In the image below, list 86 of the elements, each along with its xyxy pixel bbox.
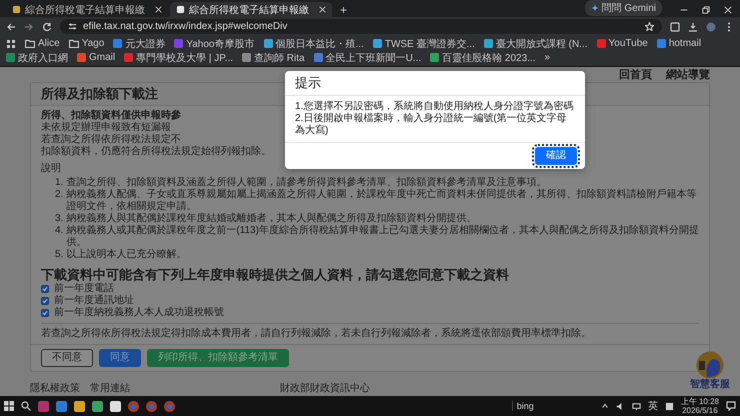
note-text: 以上說明本人已充分瞭解。 xyxy=(66,249,186,261)
network-icon[interactable] xyxy=(632,402,641,410)
app-icon[interactable] xyxy=(74,400,85,412)
footer-link[interactable]: 常用連結 xyxy=(90,383,130,395)
profile-icon[interactable] xyxy=(706,22,716,32)
browser-icon[interactable] xyxy=(164,400,175,412)
sparkle-icon xyxy=(590,4,599,12)
list-number: 2. xyxy=(55,189,64,202)
new-tab-button[interactable]: + xyxy=(334,3,354,17)
list-number: 3. xyxy=(55,213,64,225)
browser-tab[interactable]: 綜合所得稅電子結算申報繳 xyxy=(6,2,168,17)
app-icon[interactable] xyxy=(110,400,121,412)
action-button[interactable]: 不同意 xyxy=(41,349,93,367)
dialog-text: 2.日後開啟申報檔案時，輸入身分證統一編號(第一位英文字母為大寫) xyxy=(295,113,568,137)
download-icon[interactable] xyxy=(688,22,698,32)
more-bookmarks-button[interactable]: » xyxy=(544,51,550,64)
clock[interactable]: 上午 10:28 2026/5/16 xyxy=(680,397,719,415)
footer-link[interactable]: 隱私權政策 xyxy=(30,383,80,395)
page-icon xyxy=(176,5,185,14)
bookmark[interactable]: Yahoo奇摩股市 xyxy=(174,37,254,50)
list-number: 4. xyxy=(55,225,64,238)
site-info-icon[interactable] xyxy=(68,22,77,31)
bookmark[interactable]: 百靈佳殷格翰 2023... xyxy=(430,51,536,64)
caret-up-icon[interactable] xyxy=(600,402,609,410)
close-icon[interactable] xyxy=(319,6,326,13)
gemini-button[interactable]: 問問 Gemini xyxy=(584,0,662,16)
address-bar[interactable]: efile.tax.nat.gov.tw/irxw/index.jsp#welcomeDiv xyxy=(60,19,662,34)
bookmark[interactable]: hotmail xyxy=(656,37,702,50)
note-text: 查詢之所得、扣除額資料及涵蓋之所得人範圍，請參考所得資料參考清單、扣除額資料參考清單及注意事項。 xyxy=(66,177,546,188)
bookmark[interactable]: 政府入口網 xyxy=(6,51,68,64)
notes-heading: 說明 xyxy=(41,163,62,175)
dialog-text: 1.您選擇不另設密碼，系統將自動使用納稅人身分證字號為密碼 xyxy=(295,101,574,112)
reload-icon[interactable] xyxy=(42,22,52,32)
intro-text: 若查詢之所得依所得稅法規定不 xyxy=(41,134,181,146)
forward-icon[interactable] xyxy=(24,22,34,32)
checkbox-label: 前一年度電話 xyxy=(54,283,114,294)
intro-text: 所得、扣除額資料僅供申報時參 xyxy=(41,110,181,122)
bookmark[interactable]: 專門學校及大學 | JP... xyxy=(124,51,233,64)
windows-start-icon[interactable] xyxy=(4,401,14,411)
search-box[interactable]: bing xyxy=(512,401,534,411)
note-text: 納稅義務人與其配偶於課稅年度結婚或離婚者，其本人與配偶之所得及扣除額資料分開提供。 xyxy=(66,213,476,224)
bookmark[interactable]: YouTube xyxy=(596,37,648,50)
close-icon[interactable] xyxy=(724,6,732,14)
apps-grid-icon[interactable] xyxy=(6,38,16,48)
bookmark[interactable]: Alice xyxy=(25,37,60,50)
checkbox[interactable] xyxy=(41,309,49,317)
back-icon[interactable] xyxy=(6,22,16,32)
checkbox-label: 前一年度通訊地址 xyxy=(54,295,134,306)
folder-icon xyxy=(68,39,79,48)
footer-text: 財政部財政資訊中心 xyxy=(280,383,370,395)
remark-text: 若查詢之所得依所得稅法規定得扣除成本費用者，請自行列報減除，若未自行列報減除者，系統將逕依部頒費用率標準扣除。 xyxy=(41,328,592,340)
list-number: 5. xyxy=(55,249,64,261)
intro-text: 未依規定辦理申報致有短漏報 xyxy=(41,122,171,134)
nav-link[interactable]: 網站導覽 xyxy=(666,68,710,80)
folder-icon xyxy=(25,39,35,48)
page-icon xyxy=(12,5,21,14)
note-text: 納稅義務人配偶、子女或直系尊親屬如屬上揭涵蓋之所得人範圍，於課稅年度中死亡而資料未併同提供者，其所得、扣除額資料請檢附戶籍本等證明文件，依相關規定申請。 xyxy=(66,189,698,212)
consent-heading: 下載資料中可能含有下列上年度申報時提供之個人資料，請勾選您同意下載之資料 xyxy=(41,267,510,282)
bookmark[interactable]: Gmail xyxy=(77,51,116,64)
dialog-title: 提示 xyxy=(285,71,585,96)
bookmark[interactable]: 臺大開放式課程 (N... xyxy=(484,37,588,50)
close-icon[interactable] xyxy=(155,6,162,13)
card-title: 所得及扣除額下載注 xyxy=(41,86,159,102)
intro-text: 扣除額資料，仍應符合所得稅法規定始得列報扣除。 xyxy=(41,146,271,158)
checkbox[interactable] xyxy=(41,285,49,293)
bookmark[interactable]: 元大證券 xyxy=(113,37,166,50)
bookmark[interactable]: TWSE 臺灣證券交... xyxy=(372,37,475,50)
ime-indicator[interactable]: 英 xyxy=(648,399,658,413)
search-icon[interactable] xyxy=(21,401,31,411)
browser-icon[interactable] xyxy=(128,400,139,412)
checkbox[interactable] xyxy=(41,297,49,305)
notification-icon[interactable] xyxy=(726,401,736,411)
note-text: 納稅義務人或其配偶於課稅年度之前一(113)年度綜合所得稅結算申報書上已勾選夫妻分居相關欄位者，其本人與配偶之所得及扣除額資料分開提供。 xyxy=(66,225,699,248)
checkbox-label: 前一年度納稅義務人本人成功退稅帳號 xyxy=(54,307,224,319)
confirm-button[interactable]: 確認 xyxy=(535,147,577,165)
nav-link[interactable]: 回首頁 xyxy=(619,68,652,80)
restore-icon[interactable] xyxy=(702,6,710,14)
bookmark[interactable]: 個股日本益比・殖... xyxy=(264,37,364,50)
bookmark[interactable]: 查詢師 Rita xyxy=(242,51,305,64)
bookmark[interactable]: 全民上下班新聞一U... xyxy=(314,51,422,64)
bookmark[interactable]: Yago xyxy=(68,37,104,50)
app-icon[interactable] xyxy=(92,400,103,412)
browser-icon[interactable] xyxy=(146,400,157,412)
list-number: 1. xyxy=(55,177,64,189)
browser-tab[interactable]: 綜合所得稅電子結算申報繳 xyxy=(170,2,332,17)
star-icon[interactable] xyxy=(645,22,654,31)
